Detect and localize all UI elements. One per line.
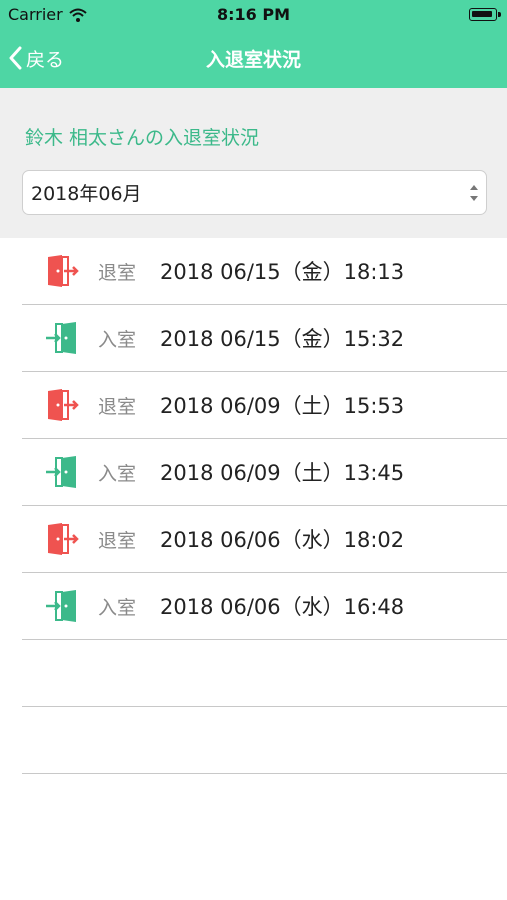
- nav-bar: 戻る 入退室状況: [0, 30, 507, 88]
- record-datetime: 2018 06/06（水）18:02: [160, 528, 405, 552]
- empty-row: [22, 707, 507, 774]
- record-row: 退室 2018 06/06（水）18:02: [22, 506, 507, 573]
- select-arrows-icon: [470, 185, 478, 201]
- filter-panel: 鈴木 相太さんの入退室状況 2018年06月: [0, 88, 507, 238]
- exit-door-icon: [42, 251, 82, 291]
- record-datetime: 2018 06/09（土）15:53: [160, 394, 405, 418]
- month-select[interactable]: 2018年06月: [22, 170, 487, 215]
- record-row: 入室 2018 06/06（水）16:48: [22, 573, 507, 640]
- exit-door-icon: [42, 519, 82, 559]
- record-type: 入室: [98, 462, 137, 485]
- record-row: 退室 2018 06/15（金）18:13: [22, 238, 507, 305]
- member-subtitle: 鈴木 相太さんの入退室状況: [25, 127, 260, 149]
- battery-icon: [469, 8, 501, 21]
- record-datetime: 2018 06/15（金）18:13: [160, 260, 405, 284]
- status-bar: Carrier 8:16 PM: [0, 0, 507, 30]
- record-datetime: 2018 06/15（金）15:32: [160, 327, 405, 351]
- records-list: 退室 2018 06/15（金）18:13 入室 2018 06/15（金）15…: [0, 238, 507, 774]
- empty-row: [22, 640, 507, 707]
- record-row: 入室 2018 06/15（金）15:32: [22, 305, 507, 372]
- record-row: 退室 2018 06/09（土）15:53: [22, 372, 507, 439]
- record-row: 入室 2018 06/09（土）13:45: [22, 439, 507, 506]
- entry-door-icon: [42, 452, 82, 492]
- entry-door-icon: [42, 318, 82, 358]
- entry-door-icon: [42, 586, 82, 626]
- month-select-value: 2018年06月: [31, 183, 142, 205]
- record-type: 退室: [98, 395, 137, 418]
- record-type: 入室: [98, 596, 137, 619]
- record-datetime: 2018 06/06（水）16:48: [160, 595, 405, 619]
- exit-door-icon: [42, 385, 82, 425]
- record-datetime: 2018 06/09（土）13:45: [160, 461, 405, 485]
- top-area: Carrier 8:16 PM 戻る 入退室状況: [0, 0, 507, 88]
- page-title: 入退室状況: [205, 49, 301, 71]
- record-type: 退室: [98, 529, 137, 552]
- status-time: 8:16 PM: [216, 5, 290, 24]
- record-type: 退室: [98, 261, 137, 284]
- record-type: 入室: [98, 328, 137, 351]
